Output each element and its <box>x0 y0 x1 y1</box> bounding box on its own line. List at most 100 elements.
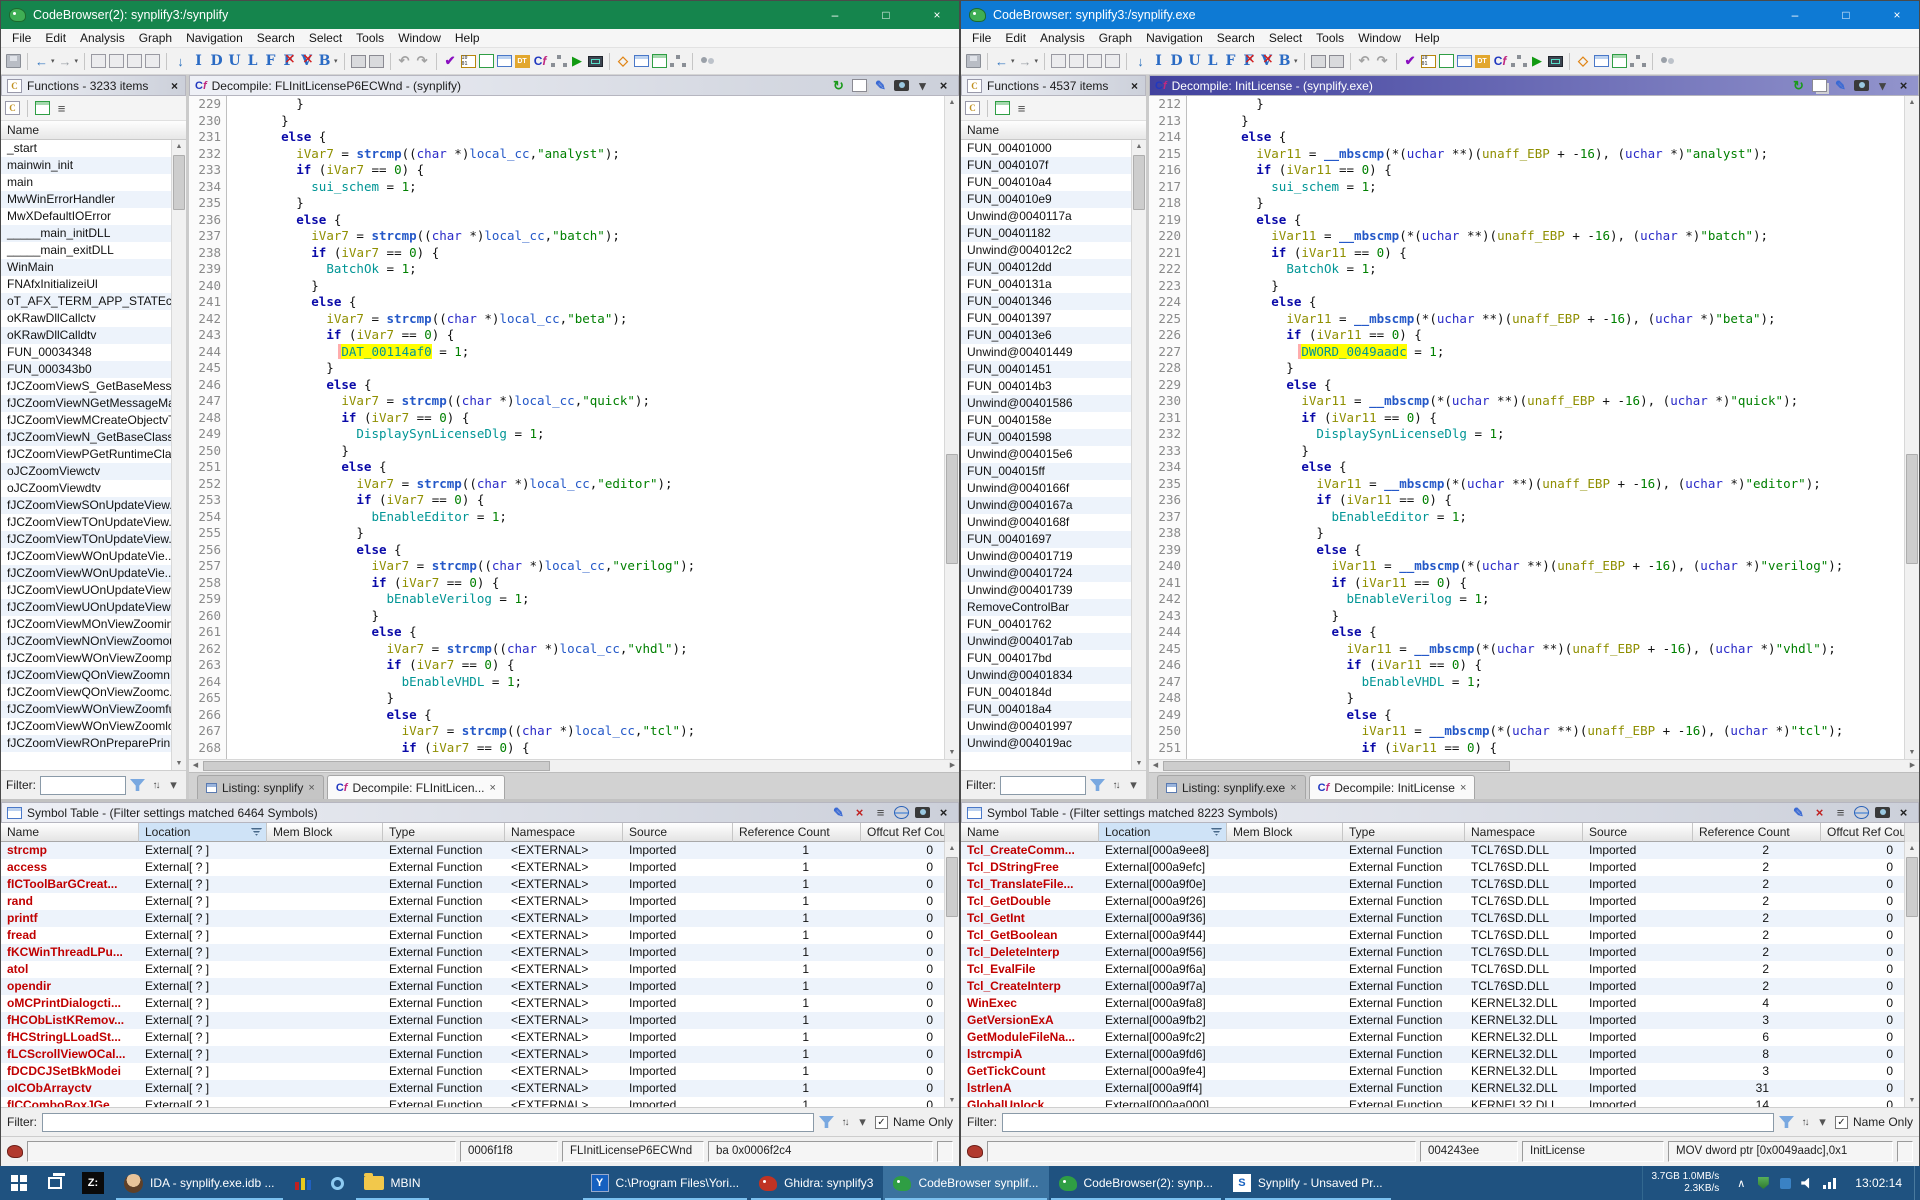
scroll-right-icon[interactable]: ▶ <box>1906 760 1919 772</box>
function-list-item[interactable]: _____main_exitDLL <box>1 242 171 259</box>
letter-f-icon[interactable]: F <box>263 52 278 70</box>
functions-column-header[interactable]: Name <box>961 121 1146 140</box>
letter-u-icon[interactable]: U <box>1187 52 1202 70</box>
bookmarks-icon[interactable] <box>497 55 512 67</box>
symbol-row[interactable]: Tcl_TranslateFile...External[000a9f0e]Ex… <box>961 876 1904 893</box>
functions-scrollbar[interactable]: ▲ ▼ <box>171 140 186 770</box>
symbol-row[interactable]: atolExternal[ ? ]External Function<EXTER… <box>1 961 944 978</box>
menu-search[interactable]: Search <box>1210 31 1262 45</box>
symbol-row[interactable]: opendirExternal[ ? ]External Function<EX… <box>1 978 944 995</box>
filter-config-icon[interactable] <box>1797 1113 1812 1131</box>
memory-map-icon[interactable] <box>1421 55 1436 68</box>
tab-decompile[interactable]: Decompile: FLInitLicen...× <box>327 775 505 799</box>
run-script-icon[interactable]: ▶ <box>1530 52 1545 70</box>
symbol-filter-input[interactable] <box>42 1113 814 1132</box>
filter-funnel-icon[interactable] <box>1090 779 1105 791</box>
filter-dropdown-icon[interactable]: ▾ <box>166 776 181 794</box>
column-header-location[interactable]: Location <box>139 823 267 842</box>
tray-update-icon[interactable] <box>1775 1172 1795 1194</box>
snapshot-back-icon[interactable] <box>1311 55 1326 68</box>
column-header-type[interactable]: Type <box>383 823 505 842</box>
scroll-thumb[interactable] <box>1133 155 1145 210</box>
back-icon-dropdown[interactable]: ▾ <box>51 57 55 65</box>
delete-symbol-icon[interactable]: × <box>1812 804 1827 822</box>
maximize-button[interactable]: □ <box>1824 1 1868 29</box>
function-list-item[interactable]: FUN_000343b0 <box>1 361 171 378</box>
globe-icon[interactable] <box>1854 806 1869 819</box>
function-list-item[interactable]: FUN_00401397 <box>961 310 1131 327</box>
scroll-right-icon[interactable]: ▶ <box>946 760 959 772</box>
scroll-up-icon[interactable]: ▲ <box>945 96 959 109</box>
tab-listing[interactable]: Listing: synplify.exe× <box>1157 775 1306 799</box>
function-list-item[interactable]: RemoveControlBar <box>961 599 1131 616</box>
decompiled-code[interactable]: } } else { iVar11 = __mbscmp(*(uchar **)… <box>1187 96 1904 759</box>
function-list-item[interactable]: FUN_00401451 <box>961 361 1131 378</box>
tab-close-icon[interactable]: × <box>308 782 314 794</box>
function-list-item[interactable]: Unwind@0040166f <box>961 480 1131 497</box>
function-list-item[interactable]: fJCZoomViewWOnViewZoomlo... <box>1 718 171 735</box>
symbol-row[interactable]: fLCScrollViewOCal...External[ ? ]Externa… <box>1 1046 944 1063</box>
function-list-item[interactable]: fJCZoomViewMCreateObjectvT <box>1 412 171 429</box>
diamond-icon[interactable]: ◇ <box>1576 52 1591 70</box>
symbol-row[interactable]: Tcl_DStringFreeExternal[000a9efc]Externa… <box>961 859 1904 876</box>
function-list-item[interactable]: FUN_00401000 <box>961 140 1131 157</box>
minimize-button[interactable]: – <box>813 1 857 29</box>
column-header-mem-block[interactable]: Mem Block <box>267 823 383 842</box>
forward-icon[interactable]: → <box>58 52 73 70</box>
menu-graph[interactable]: Graph <box>1092 31 1139 45</box>
function-list-item[interactable]: oKRawDllCallctv <box>1 310 171 327</box>
menu-edit[interactable]: Edit <box>38 31 73 45</box>
function-list-item[interactable]: fJCZoomViewQOnViewZoomc... <box>1 684 171 701</box>
window-titlebar[interactable]: CodeBrowser: synplify3:/synplify.exe – □… <box>961 1 1919 29</box>
decompiled-code[interactable]: } } else { iVar7 = strcmp((char *)local_… <box>227 96 944 759</box>
taskbar-item-color-app[interactable] <box>285 1166 321 1200</box>
symbol-row[interactable]: accessExternal[ ? ]External Function<EXT… <box>1 859 944 876</box>
symbol-row[interactable]: GetTickCountExternal[000a9fe4]External F… <box>961 1063 1904 1080</box>
snapshot-forward-icon[interactable] <box>1329 55 1344 68</box>
function-list-item[interactable]: fJCZoomViewPGetRuntimeCla... <box>1 446 171 463</box>
menu-navigation[interactable]: Navigation <box>1139 31 1210 45</box>
function-list-item[interactable]: fJCZoomViewS_GetBaseMess... <box>1 378 171 395</box>
listing-table-icon[interactable] <box>634 55 649 67</box>
back-icon[interactable]: ← <box>34 52 49 70</box>
column-header-name[interactable]: Name <box>1 823 139 842</box>
task-view-button[interactable] <box>38 1166 72 1200</box>
filter-funnel-icon[interactable] <box>130 779 145 791</box>
symbol-row[interactable]: oMCPrintDialogcti...External[ ? ]Externa… <box>1 995 944 1012</box>
function-list-item[interactable]: FUN_004017bd <box>961 650 1131 667</box>
menu-search[interactable]: Search <box>250 31 302 45</box>
function-list-item[interactable]: fJCZoomViewTOnUpdateView... <box>1 514 171 531</box>
function-list-item[interactable]: Unwind@0040167a <box>961 497 1131 514</box>
close-icon[interactable]: × <box>1896 804 1911 822</box>
nav-prev-function-icon[interactable] <box>1051 54 1066 68</box>
symbol-row[interactable]: fDCDCJSetBkModeiExternal[ ? ]External Fu… <box>1 1063 944 1080</box>
filter-funnel-icon[interactable] <box>819 1116 834 1128</box>
create-function-icon[interactable] <box>965 101 980 115</box>
function-graph-icon[interactable] <box>551 54 567 68</box>
symbol-tree-icon[interactable] <box>670 54 686 68</box>
function-list-item[interactable]: FUN_00401182 <box>961 225 1131 242</box>
taskbar-item-mbin[interactable]: MBIN <box>354 1166 431 1200</box>
function-list-item[interactable]: oKRawDllCalldtv <box>1 327 171 344</box>
function-list-item[interactable]: Unwind@004015e6 <box>961 446 1131 463</box>
clear-v-icon[interactable]: V <box>299 52 314 70</box>
function-list-item[interactable]: fJCZoomViewNOnViewZoomoutv <box>1 633 171 650</box>
symbol-row[interactable]: GlobalUnlockExternal[000aa000]External F… <box>961 1097 1904 1107</box>
tab-listing[interactable]: Listing: synplify× <box>197 775 324 799</box>
snapshot-icon[interactable] <box>915 807 930 818</box>
column-header-location[interactable]: Location <box>1099 823 1227 842</box>
symbol-row[interactable]: Tcl_GetBooleanExternal[000a9f44]External… <box>961 927 1904 944</box>
name-only-checkbox[interactable] <box>1835 1116 1848 1129</box>
taskbar-clock[interactable]: 13:02:14 <box>1843 1166 1914 1200</box>
symbol-table-header[interactable]: Symbol Table - (Filter settings matched … <box>1 802 959 823</box>
menu-tools[interactable]: Tools <box>1309 31 1351 45</box>
letter-b-icon[interactable]: B <box>1277 52 1292 70</box>
filter-dropdown-icon[interactable]: ▾ <box>1126 776 1141 794</box>
symbol-row[interactable]: GetVersionExAExternal[000a9fb2]External … <box>961 1012 1904 1029</box>
scroll-thumb[interactable] <box>946 857 958 917</box>
function-list-item[interactable]: fJCZoomViewWOnUpdateVie... <box>1 548 171 565</box>
taskbar-item-synplify[interactable]: Synplify - Unsaved Pr... <box>1223 1166 1393 1200</box>
symbol-row[interactable]: lstrcmpiAExternal[000a9fd6]External Func… <box>961 1046 1904 1063</box>
functions-filter-input[interactable] <box>1000 776 1086 795</box>
symbol-row[interactable]: Tcl_GetIntExternal[000a9f36]External Fun… <box>961 910 1904 927</box>
